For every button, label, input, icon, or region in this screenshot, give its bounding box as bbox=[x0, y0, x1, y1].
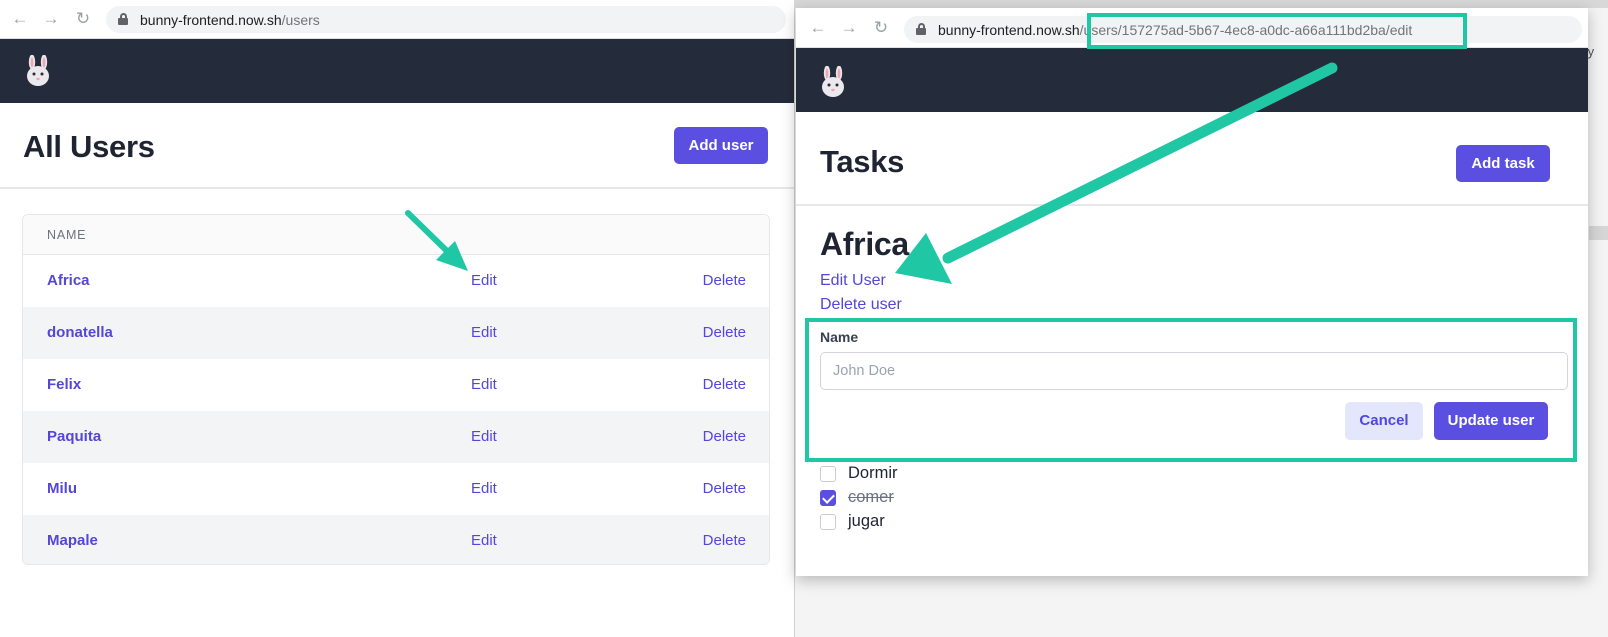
task-checkbox[interactable] bbox=[820, 466, 836, 482]
users-table: NAME Africa Edit Delete donatella Edit D… bbox=[22, 214, 770, 565]
back-arrow-icon[interactable]: ← bbox=[808, 18, 828, 38]
app-header bbox=[796, 48, 1588, 112]
user-name-link[interactable]: donatella bbox=[47, 324, 113, 341]
table-header: NAME bbox=[23, 215, 769, 255]
table-row: Mapale Edit Delete bbox=[23, 515, 769, 564]
add-task-button[interactable]: Add task bbox=[1456, 145, 1550, 182]
browser-toolbar: ← → ↻ bunny-frontend.now.sh/users bbox=[0, 0, 794, 39]
delete-link[interactable]: Delete bbox=[703, 324, 746, 341]
right-browser-window: ← → ↻ bunny-frontend.now.sh/users/157275… bbox=[796, 8, 1588, 576]
delete-link[interactable]: Delete bbox=[703, 272, 746, 289]
edit-link[interactable]: Edit bbox=[471, 532, 497, 549]
delete-user-link[interactable]: Delete user bbox=[820, 296, 902, 314]
background-block bbox=[1589, 226, 1608, 240]
url-highlight-box bbox=[1087, 13, 1467, 49]
back-arrow-icon[interactable]: ← bbox=[10, 9, 30, 29]
url-path: /users bbox=[281, 12, 320, 28]
reload-icon[interactable]: ↻ bbox=[871, 18, 891, 38]
app-header bbox=[0, 39, 794, 103]
user-name-link[interactable]: Paquita bbox=[47, 428, 101, 445]
table-row: Felix Edit Delete bbox=[23, 359, 769, 411]
task-checkbox[interactable] bbox=[820, 514, 836, 530]
edit-link[interactable]: Edit bbox=[471, 376, 497, 393]
reload-icon[interactable]: ↻ bbox=[73, 9, 93, 29]
user-name-link[interactable]: Mapale bbox=[47, 532, 98, 549]
screenshot-root: ← → ↻ bunny-frontend.now.sh/users All Us… bbox=[0, 0, 1608, 637]
edit-user-link[interactable]: Edit User bbox=[820, 272, 886, 290]
url-host: bunny-frontend.now.sh bbox=[938, 22, 1080, 38]
user-name-link[interactable]: Africa bbox=[47, 272, 90, 289]
task-label: comer bbox=[848, 488, 894, 506]
edit-link[interactable]: Edit bbox=[471, 428, 497, 445]
page-header: All Users Add user bbox=[0, 103, 794, 189]
user-name-link[interactable]: Felix bbox=[47, 376, 81, 393]
address-url: bunny-frontend.now.sh/users bbox=[140, 12, 320, 28]
address-bar[interactable]: bunny-frontend.now.sh/users bbox=[106, 6, 786, 33]
form-highlight-box bbox=[805, 318, 1577, 462]
forward-arrow-icon[interactable]: → bbox=[839, 18, 859, 38]
page-header: Tasks Add task bbox=[796, 112, 1588, 206]
left-browser-window: ← → ↻ bunny-frontend.now.sh/users All Us… bbox=[0, 0, 794, 637]
background-tabstrip bbox=[794, 0, 1608, 8]
task-label: jugar bbox=[848, 512, 885, 530]
user-name-heading: Africa bbox=[820, 226, 909, 262]
edit-link[interactable]: Edit bbox=[471, 480, 497, 497]
user-name-link[interactable]: Milu bbox=[47, 480, 77, 497]
table-row: Africa Edit Delete bbox=[23, 255, 769, 307]
edit-link[interactable]: Edit bbox=[471, 272, 497, 289]
table-row: donatella Edit Delete bbox=[23, 307, 769, 359]
window-divider bbox=[794, 0, 795, 637]
forward-arrow-icon[interactable]: → bbox=[41, 9, 61, 29]
task-checkbox-checked[interactable] bbox=[820, 490, 836, 506]
bunny-logo-icon[interactable] bbox=[818, 66, 848, 98]
table-row: Milu Edit Delete bbox=[23, 463, 769, 515]
page-title: Tasks bbox=[820, 144, 905, 179]
delete-link[interactable]: Delete bbox=[703, 376, 746, 393]
column-header-name: NAME bbox=[47, 228, 87, 242]
lock-icon bbox=[118, 13, 128, 25]
delete-link[interactable]: Delete bbox=[703, 480, 746, 497]
delete-link[interactable]: Delete bbox=[703, 428, 746, 445]
page-title: All Users bbox=[23, 129, 155, 164]
add-user-button[interactable]: Add user bbox=[674, 127, 768, 164]
table-row: Paquita Edit Delete bbox=[23, 411, 769, 463]
url-host: bunny-frontend.now.sh bbox=[140, 12, 282, 28]
lock-icon bbox=[916, 23, 926, 35]
task-label: Dormir bbox=[848, 464, 898, 482]
edit-link[interactable]: Edit bbox=[471, 324, 497, 341]
bunny-logo-icon[interactable] bbox=[23, 55, 53, 87]
delete-link[interactable]: Delete bbox=[703, 532, 746, 549]
